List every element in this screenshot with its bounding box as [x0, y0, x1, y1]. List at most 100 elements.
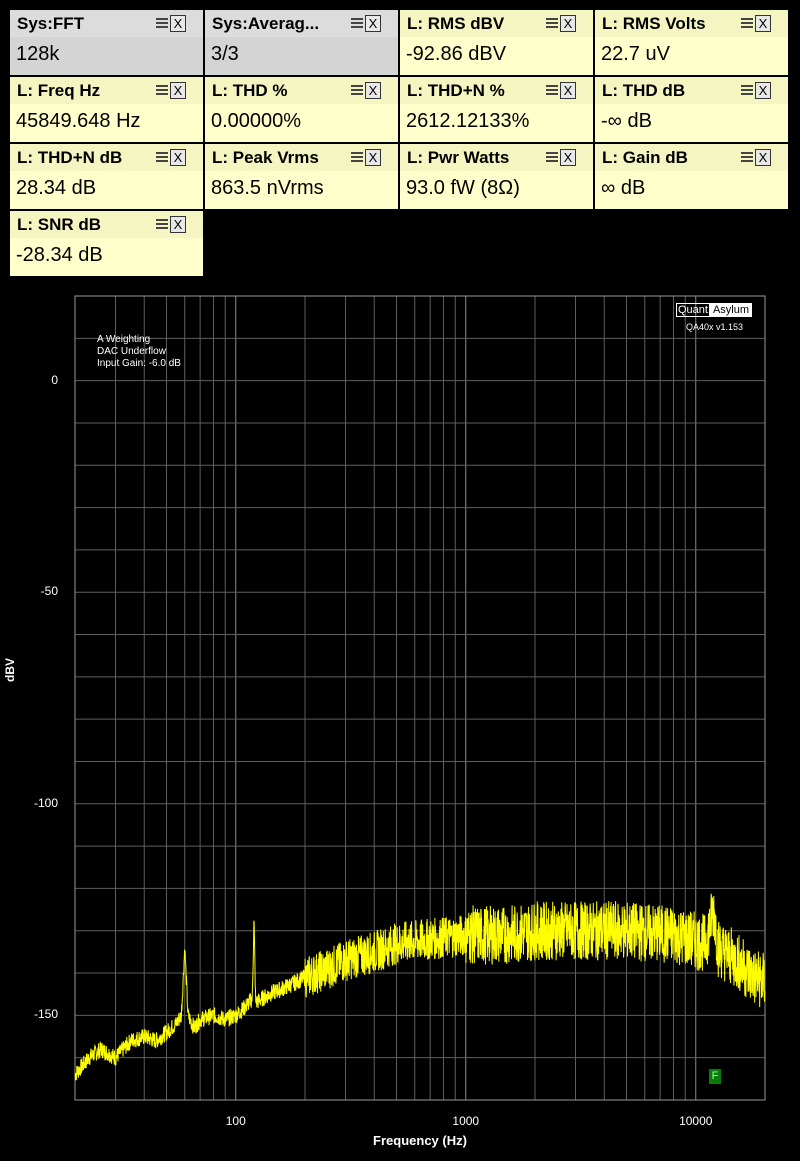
tile-title: L: THD dB: [602, 81, 686, 100]
tile-header[interactable]: L: THD % X: [205, 77, 398, 104]
x-tick-label: 100: [225, 1114, 246, 1128]
close-icon[interactable]: X: [560, 149, 576, 166]
tile-value: -∞ dB: [601, 110, 652, 132]
meter-tile[interactable]: L: Peak Vrms X 863.5 nVrms: [205, 144, 398, 209]
x-axis-label: Frequency (Hz): [373, 1133, 467, 1148]
close-icon[interactable]: X: [170, 15, 186, 32]
plot-border: [74, 295, 766, 1101]
meter-tile[interactable]: Sys:FFT X 128k: [10, 10, 203, 75]
tile-title: L: RMS Volts: [602, 14, 706, 33]
tile-title: L: THD+N %: [407, 81, 505, 100]
close-icon[interactable]: X: [560, 82, 576, 99]
tile-header[interactable]: L: RMS dBV X: [400, 10, 593, 37]
hamburger-menu-icon[interactable]: [156, 219, 168, 231]
y-tick-label: -150: [33, 1007, 58, 1022]
hamburger-menu-icon[interactable]: [546, 85, 558, 97]
y-axis-label: dBV: [3, 658, 17, 682]
meter-tile[interactable]: L: THD dB X -∞ dB: [595, 77, 788, 142]
tile-value: -28.34 dB: [16, 244, 103, 266]
hamburger-menu-icon[interactable]: [156, 18, 168, 30]
version-label: QA40x v1.153: [686, 322, 744, 332]
close-icon[interactable]: X: [755, 149, 771, 166]
tile-value: 45849.648 Hz: [16, 110, 141, 132]
meter-tile[interactable]: L: Gain dB X ∞ dB: [595, 144, 788, 209]
hamburger-menu-icon[interactable]: [351, 152, 363, 164]
x-tick-label: 1000: [452, 1114, 480, 1128]
tile-header[interactable]: L: RMS Volts X: [595, 10, 788, 37]
hamburger-menu-icon[interactable]: [351, 85, 363, 97]
close-icon[interactable]: X: [755, 15, 771, 32]
brand-logo: Quant Asylum: [676, 303, 753, 317]
close-icon[interactable]: X: [365, 15, 381, 32]
hamburger-menu-icon[interactable]: [156, 85, 168, 97]
close-icon[interactable]: X: [560, 15, 576, 32]
tile-value: 0.00000%: [211, 110, 302, 132]
tile-value: 28.34 dB: [16, 177, 97, 199]
tile-title: L: RMS dBV: [407, 14, 505, 33]
tile-header[interactable]: Sys:FFT X: [10, 10, 203, 37]
meter-tile[interactable]: Sys:Averag... X 3/3: [205, 10, 398, 75]
tile-header[interactable]: L: Gain dB X: [595, 144, 788, 171]
tile-header[interactable]: L: Peak Vrms X: [205, 144, 398, 171]
meter-panel: Sys:FFT X 128k Sys:Averag... X 3/3 L: RMS dBV X…: [10, 10, 790, 278]
graph-notes: A Weighting DAC Underflow Input Gain: -6…: [97, 334, 181, 370]
meter-tile[interactable]: L: THD+N % X 2612.12133%: [400, 77, 593, 142]
meter-tile[interactable]: L: RMS dBV X -92.86 dBV: [400, 10, 593, 75]
hamburger-menu-icon[interactable]: [351, 18, 363, 30]
close-icon[interactable]: X: [365, 149, 381, 166]
tile-value: ∞ dB: [601, 177, 646, 199]
spectrum-trace: [74, 893, 766, 1081]
tile-value: 3/3: [211, 43, 239, 65]
tile-header[interactable]: L: Freq Hz X: [10, 77, 203, 104]
close-icon[interactable]: X: [170, 216, 186, 233]
close-icon[interactable]: X: [755, 82, 771, 99]
hamburger-menu-icon[interactable]: [546, 152, 558, 164]
tile-title: L: THD+N dB: [17, 148, 123, 167]
tile-header[interactable]: L: THD+N % X: [400, 77, 593, 104]
tile-title: Sys:FFT: [17, 14, 85, 33]
note-weighting: A Weighting: [97, 334, 151, 345]
y-tick-label: -50: [40, 584, 58, 599]
tile-header[interactable]: L: SNR dB X: [10, 211, 203, 238]
meter-tile[interactable]: L: THD+N dB X 28.34 dB: [10, 144, 203, 209]
tile-value: -92.86 dBV: [406, 43, 507, 65]
hamburger-menu-icon[interactable]: [741, 18, 753, 30]
note-input-gain: Input Gain: -6.0 dB: [97, 358, 181, 369]
tile-value: 2612.12133%: [406, 110, 530, 132]
note-dac-underflow: DAC Underflow: [97, 346, 166, 357]
meter-tile[interactable]: L: SNR dB X -28.34 dB: [10, 211, 203, 276]
y-tick-label: -100: [33, 795, 58, 810]
tile-title: L: Pwr Watts: [407, 148, 510, 167]
tile-value: 128k: [16, 43, 60, 65]
tile-title: L: Gain dB: [602, 148, 688, 167]
hamburger-menu-icon[interactable]: [741, 85, 753, 97]
y-tick-label: 0: [51, 372, 58, 387]
brand-left: Quant: [676, 303, 710, 317]
tile-value: 93.0 fW (8Ω): [406, 177, 520, 199]
tile-value: 863.5 nVrms: [211, 177, 324, 199]
tile-header[interactable]: L: THD dB X: [595, 77, 788, 104]
meter-tile[interactable]: L: THD % X 0.00000%: [205, 77, 398, 142]
tile-header[interactable]: L: THD+N dB X: [10, 144, 203, 171]
hamburger-menu-icon[interactable]: [156, 152, 168, 164]
hamburger-menu-icon[interactable]: [741, 152, 753, 164]
fft-plot[interactable]: [0, 290, 800, 1161]
close-icon[interactable]: X: [170, 82, 186, 99]
tile-title: L: THD %: [212, 81, 288, 100]
tile-header[interactable]: Sys:Averag... X: [205, 10, 398, 37]
tile-title: L: Peak Vrms: [212, 148, 319, 167]
tile-title: L: SNR dB: [17, 215, 102, 234]
tile-title: Sys:Averag...: [212, 14, 320, 33]
hamburger-menu-icon[interactable]: [546, 18, 558, 30]
meter-tile[interactable]: L: Pwr Watts X 93.0 fW (8Ω): [400, 144, 593, 209]
filter-badge[interactable]: F: [709, 1069, 721, 1084]
meter-tile[interactable]: L: Freq Hz X 45849.648 Hz: [10, 77, 203, 142]
fft-graph[interactable]: A Weighting DAC Underflow Input Gain: -6…: [0, 290, 800, 1161]
x-tick-label: 10000: [679, 1114, 713, 1128]
close-icon[interactable]: X: [170, 149, 186, 166]
meter-tile[interactable]: L: RMS Volts X 22.7 uV: [595, 10, 788, 75]
tile-title: L: Freq Hz: [17, 81, 101, 100]
tile-header[interactable]: L: Pwr Watts X: [400, 144, 593, 171]
close-icon[interactable]: X: [365, 82, 381, 99]
brand-right: Asylum: [709, 303, 753, 317]
